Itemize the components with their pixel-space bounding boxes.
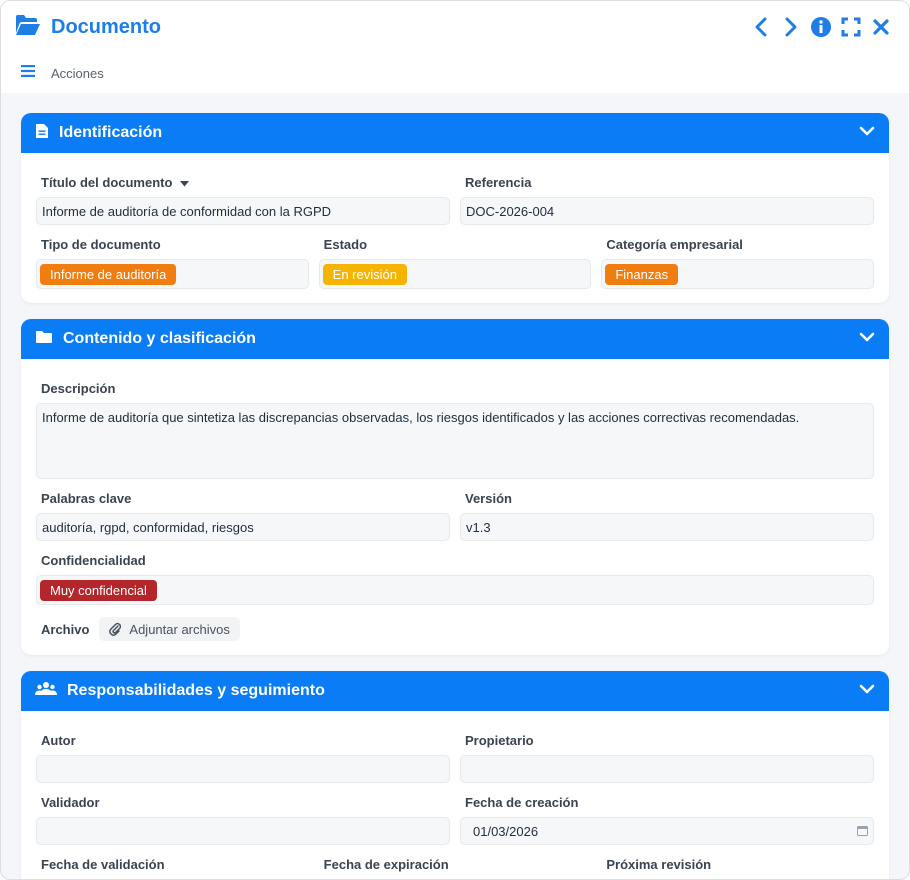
chevron-left-icon xyxy=(755,17,767,37)
palabras-clave-field: Palabras clave auditoría, rgpd, conformi… xyxy=(36,483,450,541)
propietario-input[interactable] xyxy=(460,755,874,783)
attach-files-button[interactable]: Adjuntar archivos xyxy=(99,617,240,641)
section-title: Identificación xyxy=(59,124,163,141)
archivo-label: Archivo xyxy=(41,621,90,637)
referencia-input[interactable]: DOC-2026-004 xyxy=(460,197,874,225)
estado-badge: En revisión xyxy=(322,263,407,285)
tipo-select[interactable]: Informe de auditoría xyxy=(36,259,309,289)
autor-input[interactable] xyxy=(36,755,450,783)
fullscreen-button[interactable] xyxy=(837,13,865,41)
file-text-icon xyxy=(35,123,49,144)
section-header-responsabilidades[interactable]: Responsabilidades y seguimiento xyxy=(21,671,889,711)
paperclip-icon xyxy=(109,622,122,636)
section-identificacion: Identificación Título del documento Info… xyxy=(21,113,889,303)
propietario-field: Propietario xyxy=(460,725,874,783)
titulo-input[interactable]: Informe de auditoría de conformidad con … xyxy=(36,197,450,225)
folder-icon xyxy=(35,330,53,349)
validador-label: Validador xyxy=(41,795,100,810)
titulo-field: Título del documento Informe de auditorí… xyxy=(36,167,450,225)
autor-field: Autor xyxy=(36,725,450,783)
tipo-label: Tipo de documento xyxy=(41,237,161,252)
actions-toolbar: Acciones xyxy=(1,53,909,93)
menu-icon[interactable] xyxy=(21,64,35,82)
section-title: Contenido y clasificación xyxy=(63,330,256,347)
confidencialidad-badge: Muy confidencial xyxy=(40,579,157,601)
window-title: Documento xyxy=(51,15,161,38)
palabras-clave-input[interactable]: auditoría, rgpd, conformidad, riesgos xyxy=(36,513,450,541)
confidencialidad-label: Confidencialidad xyxy=(41,553,146,568)
tipo-badge: Informe de auditoría xyxy=(40,263,177,285)
confidencialidad-field: Confidencialidad Muy confidencial xyxy=(36,545,874,605)
users-icon xyxy=(35,681,57,702)
categoria-badge: Finanzas xyxy=(605,263,679,285)
form-content: Identificación Título del documento Info… xyxy=(1,93,909,879)
confidencialidad-select[interactable]: Muy confidencial xyxy=(36,575,874,605)
propietario-label: Propietario xyxy=(465,733,534,748)
chevron-down-icon[interactable] xyxy=(859,682,875,700)
next-button[interactable] xyxy=(777,13,805,41)
descripcion-label: Descripción xyxy=(41,381,116,396)
close-icon xyxy=(873,19,889,35)
estado-field: Estado En revisión xyxy=(318,229,592,289)
previous-button[interactable] xyxy=(747,13,775,41)
version-field: Versión v1.3 xyxy=(460,483,874,541)
estado-label: Estado xyxy=(323,237,368,252)
referencia-field: Referencia DOC-2026-004 xyxy=(460,167,874,225)
archivo-row: Archivo Adjuntar archivos xyxy=(36,617,874,641)
validador-input[interactable] xyxy=(36,817,450,845)
fecha-creacion-field: Fecha de creación 01/03/2026 xyxy=(460,787,874,845)
autor-label: Autor xyxy=(41,733,76,748)
attach-files-label: Adjuntar archivos xyxy=(129,621,230,637)
tipo-field: Tipo de documento Informe de auditoría xyxy=(36,229,309,289)
section-header-identificacion[interactable]: Identificación xyxy=(21,113,889,153)
proxima-revision-label: Próxima revisión xyxy=(606,857,712,872)
caret-down-icon[interactable] xyxy=(180,175,190,190)
fecha-creacion-input[interactable]: 01/03/2026 xyxy=(460,817,874,845)
categoria-field: Categoría empresarial Finanzas xyxy=(601,229,875,289)
folder-open-icon xyxy=(15,14,41,41)
categoria-select[interactable]: Finanzas xyxy=(601,259,875,289)
document-window: Documento Acciones Identificación Título… xyxy=(0,0,910,880)
calendar-icon[interactable] xyxy=(857,824,868,839)
fecha-expiracion-field: Fecha de expiración xyxy=(319,849,592,879)
title-bar: Documento xyxy=(1,1,909,53)
actions-menu-label[interactable]: Acciones xyxy=(51,66,104,81)
categoria-label: Categoría empresarial xyxy=(606,237,743,252)
descripcion-field: Descripción Informe de auditoría que sin… xyxy=(36,373,874,479)
fecha-creacion-label: Fecha de creación xyxy=(465,795,579,810)
expand-icon xyxy=(841,17,861,37)
descripcion-textarea[interactable]: Informe de auditoría que sintetiza las d… xyxy=(36,403,874,479)
fecha-expiracion-label: Fecha de expiración xyxy=(323,857,449,872)
referencia-label: Referencia xyxy=(465,175,532,190)
section-title: Responsabilidades y seguimiento xyxy=(67,682,325,699)
info-button[interactable] xyxy=(807,13,835,41)
chevron-down-icon[interactable] xyxy=(859,330,875,348)
info-icon xyxy=(811,17,831,37)
palabras-clave-label: Palabras clave xyxy=(41,491,132,506)
proxima-revision-field: Próxima revisión xyxy=(601,849,874,879)
fecha-validacion-label: Fecha de validación xyxy=(41,857,165,872)
validador-field: Validador xyxy=(36,787,450,845)
section-header-contenido[interactable]: Contenido y clasificación xyxy=(21,319,889,359)
titulo-label: Título del documento xyxy=(41,175,173,190)
estado-select[interactable]: En revisión xyxy=(318,259,592,289)
chevron-down-icon[interactable] xyxy=(859,124,875,142)
close-button[interactable] xyxy=(867,13,895,41)
chevron-right-icon xyxy=(785,17,797,37)
section-responsabilidades: Responsabilidades y seguimiento Autor Pr… xyxy=(21,671,889,879)
section-contenido: Contenido y clasificación Descripción In… xyxy=(21,319,889,655)
fecha-validacion-field: Fecha de validación xyxy=(36,849,309,879)
version-label: Versión xyxy=(465,491,512,506)
fecha-creacion-value: 01/03/2026 xyxy=(473,823,539,839)
version-input[interactable]: v1.3 xyxy=(460,513,874,541)
